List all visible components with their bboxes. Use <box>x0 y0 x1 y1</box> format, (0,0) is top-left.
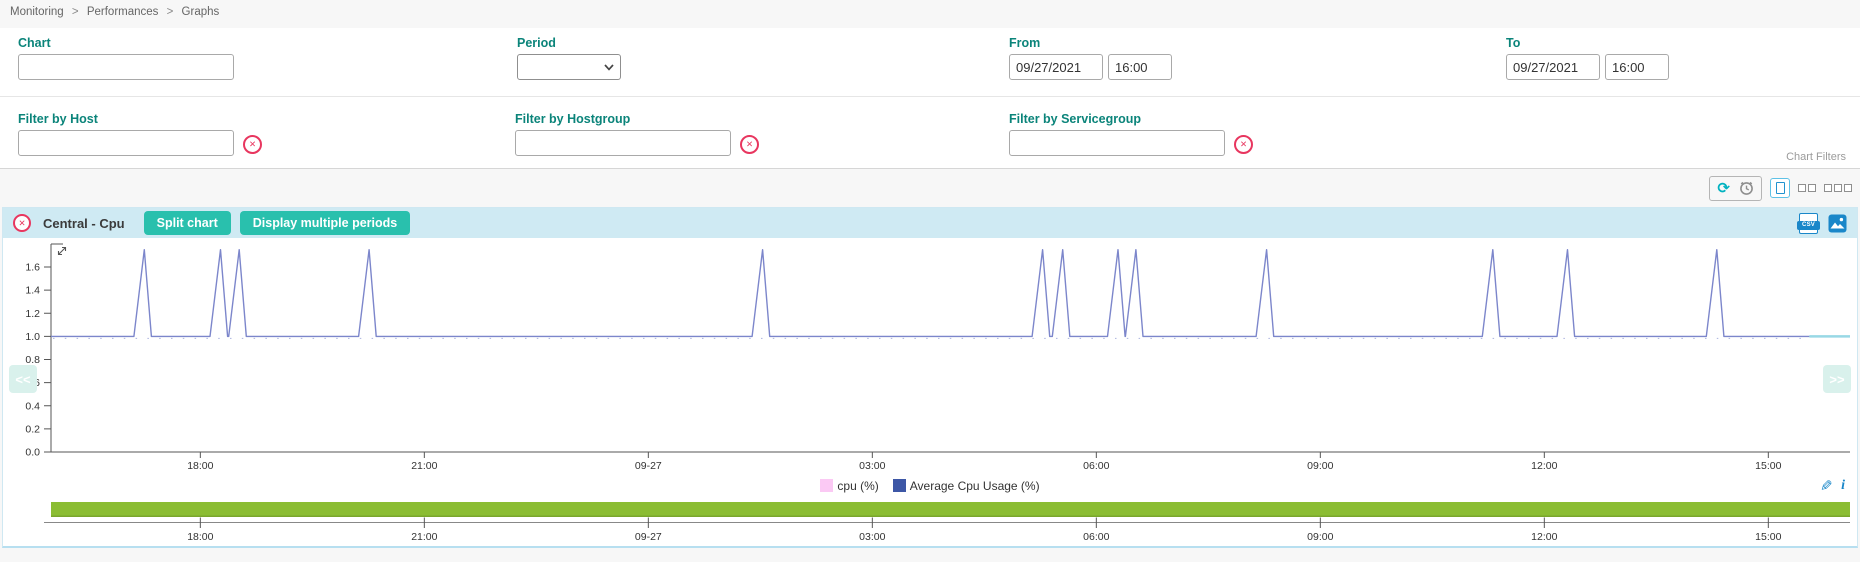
chart-display-toolbar: ⟳ <box>1709 176 1852 200</box>
square-icon <box>1824 184 1832 192</box>
from-date-input[interactable] <box>1009 54 1103 80</box>
clear-servicegroup-filter-icon[interactable]: ✕ <box>1234 135 1253 154</box>
svg-text:09-27: 09-27 <box>635 531 662 543</box>
pan-left-button[interactable]: << <box>9 365 37 393</box>
svg-text:09-27: 09-27 <box>635 460 662 472</box>
svg-text:21:00: 21:00 <box>411 531 437 543</box>
two-column-view-button[interactable] <box>1798 184 1816 192</box>
one-column-view-button[interactable] <box>1770 178 1790 198</box>
svg-text:1.0: 1.0 <box>25 331 40 343</box>
svg-text:03:00: 03:00 <box>859 460 885 472</box>
square-icon <box>1808 184 1816 192</box>
filter-by-host-input[interactable] <box>18 130 234 156</box>
performance-graphs-page: Monitoring > Performances > Graphs Chart… <box>0 0 1860 562</box>
clear-host-filter-icon[interactable]: ✕ <box>243 135 262 154</box>
period-label: Period <box>517 36 556 50</box>
chart-filter-input[interactable] <box>18 54 234 80</box>
svg-text:1.6: 1.6 <box>25 262 40 274</box>
auto-refresh-clock-icon[interactable] <box>1739 181 1754 196</box>
svg-text:12:00: 12:00 <box>1531 460 1557 472</box>
filter-by-hostgroup-label: Filter by Hostgroup <box>515 112 630 126</box>
filter-by-host-label: Filter by Host <box>18 112 98 126</box>
refresh-toolbar-group: ⟳ <box>1709 176 1762 201</box>
chart-filter-label: Chart <box>18 36 51 50</box>
filter-by-servicegroup-input[interactable] <box>1009 130 1225 156</box>
breadcrumb-separator: > <box>72 6 79 18</box>
svg-text:09:00: 09:00 <box>1307 460 1333 472</box>
breadcrumb-item-graphs[interactable]: Graphs <box>182 6 220 18</box>
square-icon <box>1844 184 1852 192</box>
breadcrumb-item-performances[interactable]: Performances <box>87 6 159 18</box>
to-time-input[interactable] <box>1605 54 1669 80</box>
svg-text:0.4: 0.4 <box>25 400 40 412</box>
chart-legend: cpu (%) Average Cpu Usage (%) <box>813 479 1046 498</box>
square-icon <box>1834 184 1842 192</box>
chart-filters-label: Chart Filters <box>1786 151 1846 163</box>
legend-item[interactable]: cpu (%) <box>820 479 878 493</box>
svg-text:1.2: 1.2 <box>25 308 40 320</box>
filter-row-divider <box>0 96 1860 97</box>
chart-title: Central - Cpu <box>43 216 125 231</box>
csv-icon-label: CSV <box>1797 221 1820 230</box>
period-select[interactable] <box>517 54 621 80</box>
export-image-icon[interactable] <box>1828 214 1847 233</box>
svg-text:03:00: 03:00 <box>859 531 885 543</box>
svg-text:12:00: 12:00 <box>1531 531 1557 543</box>
svg-text:21:00: 21:00 <box>411 460 437 472</box>
chart-panel: ✕ Central - Cpu Split chart Display mult… <box>2 207 1858 548</box>
chevron-down-icon <box>604 64 614 71</box>
display-multiple-periods-button[interactable]: Display multiple periods <box>240 211 410 235</box>
to-date-input[interactable] <box>1506 54 1600 80</box>
svg-text:09:00: 09:00 <box>1307 531 1333 543</box>
legend-item[interactable]: Average Cpu Usage (%) <box>893 479 1040 493</box>
zoom-reset-icon[interactable] <box>57 246 67 256</box>
from-time-input[interactable] <box>1108 54 1172 80</box>
range-selector[interactable]: 18:00 21:00 09-27 03:00 06:00 09:00 12:00 15:00 <box>3 500 1855 546</box>
svg-text:0.2: 0.2 <box>25 423 40 435</box>
breadcrumb-item-monitoring[interactable]: Monitoring <box>10 6 64 18</box>
legend-icons: ✎ i <box>1820 477 1845 495</box>
svg-text:15:00: 15:00 <box>1755 531 1781 543</box>
filter-by-servicegroup-label: Filter by Servicegroup <box>1009 112 1141 126</box>
svg-text:06:00: 06:00 <box>1083 460 1109 472</box>
filter-by-hostgroup-input[interactable] <box>515 130 731 156</box>
three-column-view-button[interactable] <box>1824 184 1852 192</box>
square-icon <box>1798 184 1806 192</box>
breadcrumb: Monitoring > Performances > Graphs <box>10 6 219 18</box>
legend-label: Average Cpu Usage (%) <box>910 479 1040 493</box>
svg-text:18:00: 18:00 <box>187 460 213 472</box>
pan-right-button[interactable]: >> <box>1823 365 1851 393</box>
breadcrumb-separator: > <box>167 6 174 18</box>
refresh-icon[interactable]: ⟳ <box>1717 181 1730 196</box>
legend-swatch <box>820 479 833 492</box>
svg-text:06:00: 06:00 <box>1083 531 1109 543</box>
clear-hostgroup-filter-icon[interactable]: ✕ <box>740 135 759 154</box>
svg-text:1.4: 1.4 <box>25 285 40 297</box>
split-chart-button[interactable]: Split chart <box>144 211 231 235</box>
to-label: To <box>1506 36 1520 50</box>
performance-graph-plot[interactable]: 0.00.20.40.60.81.01.21.41.618:0021:0009-… <box>3 238 1857 476</box>
filter-panel: Chart Period From To Filter by Host ✕ Fi… <box>0 28 1860 169</box>
main-chart-svg[interactable]: 0.00.20.40.60.81.01.21.41.618:0021:0009-… <box>3 238 1855 476</box>
one-column-view-icon <box>1776 182 1785 194</box>
from-label: From <box>1009 36 1040 50</box>
legend-label: cpu (%) <box>837 479 878 493</box>
chart-header: ✕ Central - Cpu Split chart Display mult… <box>3 208 1857 238</box>
legend-row: cpu (%) Average Cpu Usage (%) ✎ i <box>3 476 1857 500</box>
svg-text:15:00: 15:00 <box>1755 460 1781 472</box>
legend-swatch <box>893 479 906 492</box>
edit-graph-icon[interactable]: ✎ <box>1820 477 1833 495</box>
svg-text:0.0: 0.0 <box>25 447 40 459</box>
svg-text:18:00: 18:00 <box>187 531 213 543</box>
export-csv-icon[interactable]: CSV <box>1799 213 1818 234</box>
info-icon[interactable]: i <box>1841 478 1845 494</box>
remove-chart-icon[interactable]: ✕ <box>13 214 31 232</box>
